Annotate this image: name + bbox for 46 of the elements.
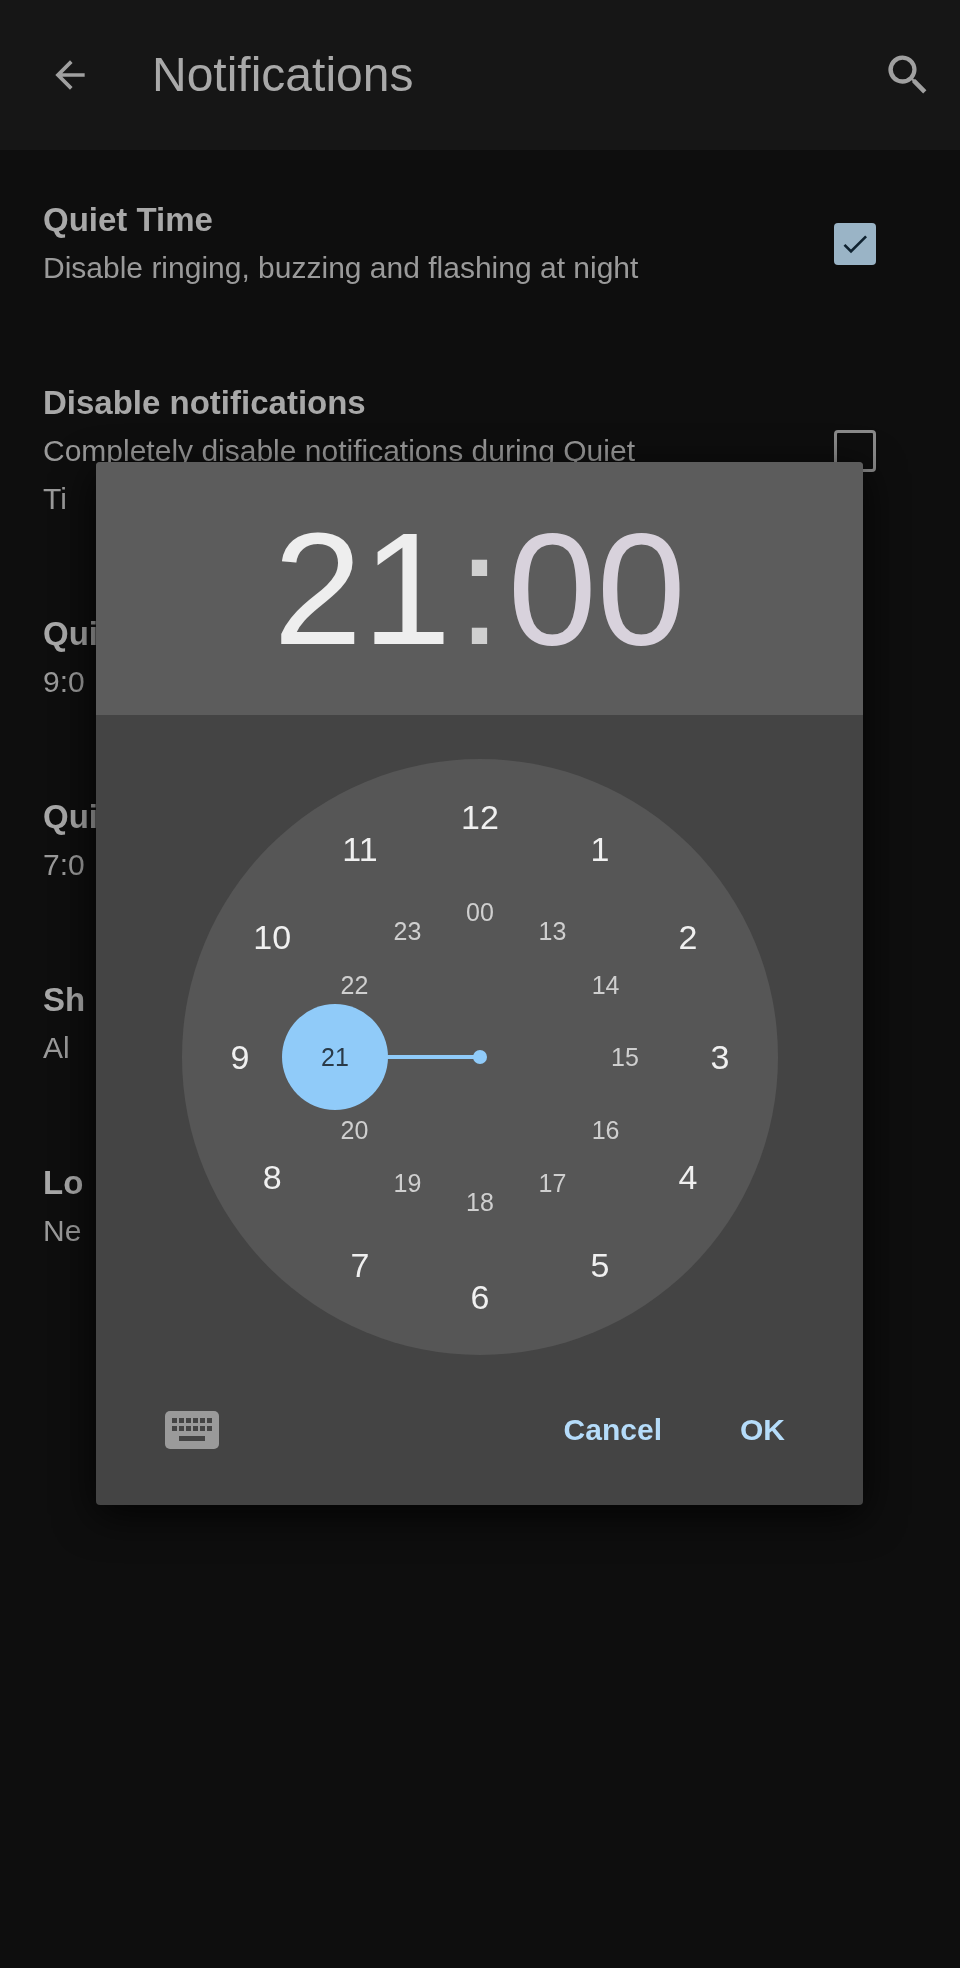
setting-title: Sh [43, 980, 86, 1020]
hour-number[interactable]: 2 [677, 918, 697, 957]
setting-description: Ne [43, 1213, 82, 1249]
hour-number[interactable]: 16 [591, 1115, 619, 1144]
clock-hand[interactable] [281, 1004, 487, 1111]
hour-number[interactable]: 00 [465, 898, 494, 927]
hour-display[interactable]: 21 [273, 508, 452, 669]
hour-number[interactable]: 4 [677, 1158, 697, 1197]
hour-number[interactable]: 11 [341, 830, 378, 869]
hour-number[interactable]: 10 [252, 918, 291, 957]
setting-description: Ti [43, 481, 67, 517]
screen-title: Notifications [152, 46, 415, 102]
hour-number[interactable]: 3 [710, 1038, 729, 1077]
clock-face[interactable] [181, 759, 778, 1356]
hour-number[interactable]: 20 [340, 1115, 368, 1144]
hour-number[interactable]: 18 [465, 1188, 494, 1217]
setting-description: Disable ringing, buzzing and flashing at night [43, 250, 639, 286]
hour-number[interactable]: 9 [230, 1038, 249, 1077]
hour-number[interactable]: 12 [460, 798, 499, 837]
setting-description: 7:0 [43, 847, 85, 883]
setting-title: Lo [43, 1163, 84, 1203]
minute-display[interactable]: 00 [507, 508, 686, 669]
hour-number[interactable]: 5 [590, 1246, 609, 1285]
setting-title: Qui [43, 797, 98, 837]
keyboard-icon[interactable] [165, 1411, 219, 1450]
hour-number[interactable]: 23 [393, 917, 421, 946]
hour-number[interactable]: 19 [393, 1168, 421, 1197]
time-separator: : [457, 508, 502, 669]
hour-number[interactable]: 14 [591, 970, 619, 999]
hour-number[interactable]: 21 [320, 1043, 349, 1072]
hour-number[interactable]: 15 [610, 1043, 639, 1072]
hour-number[interactable]: 22 [340, 970, 368, 999]
hour-number[interactable]: 7 [350, 1246, 369, 1285]
setting-title: Disable notifications [43, 383, 366, 423]
hour-number[interactable]: 13 [538, 917, 566, 946]
hour-number[interactable]: 6 [470, 1278, 489, 1317]
setting-title: Qui [43, 614, 98, 654]
dialog-button[interactable]: OK [726, 1401, 799, 1460]
dialog-button[interactable]: Cancel [549, 1401, 676, 1460]
hour-number[interactable]: 8 [262, 1158, 282, 1197]
checkbox[interactable] [834, 223, 876, 265]
setting-description: Al [43, 1030, 70, 1066]
hour-number[interactable]: 1 [590, 830, 609, 869]
setting-description: 9:0 [43, 664, 85, 700]
hour-number[interactable]: 17 [538, 1168, 566, 1197]
setting-title: Quiet Time [43, 200, 213, 240]
